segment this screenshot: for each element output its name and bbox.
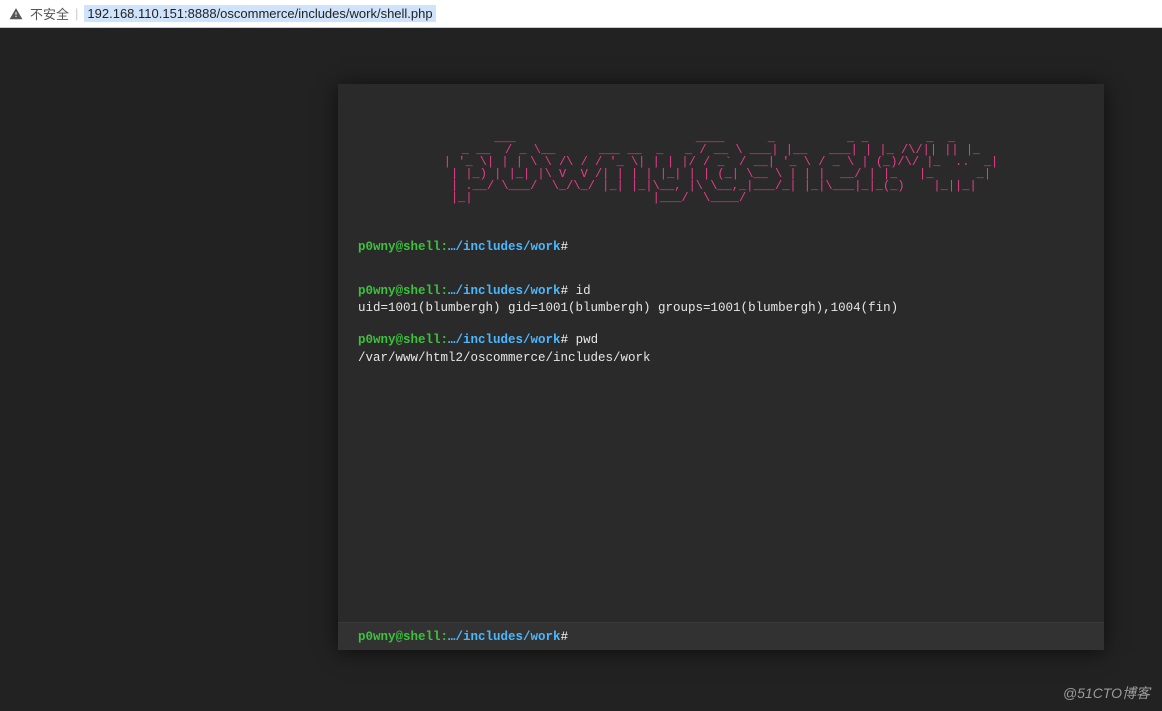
not-secure-label: 不安全	[30, 4, 69, 23]
prompt-hash: #	[561, 630, 569, 644]
prompt-user: p0wny@shell	[358, 240, 441, 254]
prompt-path: …/includes/work	[448, 630, 561, 644]
prompt-hash: #	[561, 240, 569, 254]
prompt-line: p0wny@shell:…/includes/work# id	[358, 284, 1084, 300]
command-text: id	[576, 284, 591, 298]
url-text[interactable]: 192.168.110.151:8888/oscommerce/includes…	[84, 5, 435, 22]
page-background: ___ ____ _ _ _ _ _ _ __ / _ \__ ___ __ _…	[0, 28, 1162, 711]
shell-input-row[interactable]: p0wny@shell:…/includes/work#	[338, 622, 1104, 650]
ascii-banner: ___ ____ _ _ _ _ _ _ __ / _ \__ ___ __ _…	[338, 84, 1104, 240]
output-line: /var/www/html2/oscommerce/includes/work	[358, 351, 1084, 367]
watermark-text: @51CTO博客	[1063, 683, 1150, 703]
output-line: uid=1001(blumbergh) gid=1001(blumbergh) …	[358, 301, 1084, 317]
browser-address-bar[interactable]: 不安全 | 192.168.110.151:8888/oscommerce/in…	[0, 0, 1162, 28]
command-text: pwd	[576, 333, 599, 347]
webshell-container: ___ ____ _ _ _ _ _ _ __ / _ \__ ___ __ _…	[338, 84, 1104, 650]
prompt-user: p0wny@shell	[358, 630, 441, 644]
shell-command-input[interactable]	[574, 630, 1084, 644]
warning-triangle-icon	[8, 6, 24, 22]
separator: |	[75, 6, 78, 21]
prompt-path: …/includes/work	[448, 240, 561, 254]
prompt-line: p0wny@shell:…/includes/work#	[358, 240, 1084, 256]
prompt-line: p0wny@shell:…/includes/work# pwd	[358, 333, 1084, 349]
terminal-output: p0wny@shell:…/includes/work# p0wny@shell…	[338, 240, 1104, 622]
